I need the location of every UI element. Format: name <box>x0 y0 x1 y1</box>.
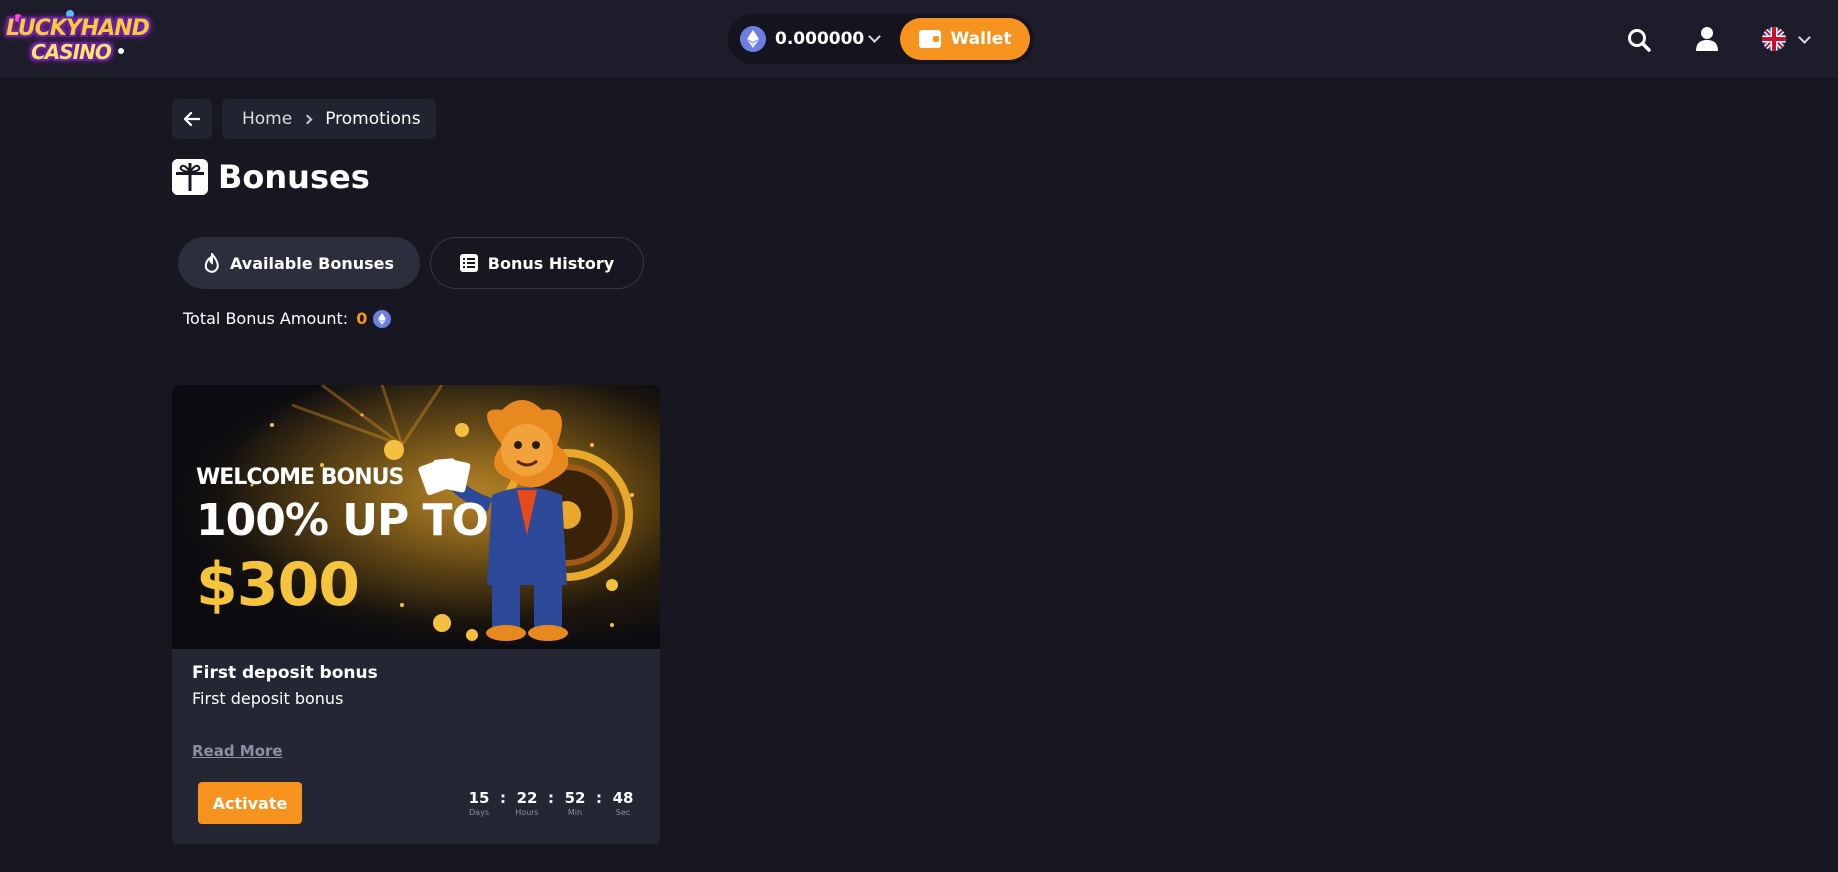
chevron-down-icon[interactable] <box>1798 31 1811 44</box>
flame-icon <box>204 253 219 273</box>
countdown-separator: : <box>596 789 602 807</box>
bonus-title: First deposit bonus <box>192 663 378 683</box>
countdown-label: Hours <box>515 808 539 817</box>
balance-value: 0.000000 <box>775 29 865 49</box>
total-bonus-value: 0 <box>356 309 368 328</box>
back-button[interactable] <box>172 99 212 139</box>
ethereum-icon <box>740 26 766 52</box>
banner-offer: 100% UP TO <box>196 495 489 546</box>
logo-text-line1: LUCKYHAND <box>6 16 150 41</box>
activate-button[interactable]: Activate <box>198 782 302 824</box>
wallet-button-label: Wallet <box>950 29 1012 49</box>
total-bonus-amount: Total Bonus Amount: 0 <box>183 309 392 328</box>
page-title-row: Bonuses <box>172 157 370 197</box>
bonus-card: WELCOME BONUS 100% UP TO $300 First depo… <box>172 385 660 844</box>
countdown-separator: : <box>548 789 554 807</box>
search-icon[interactable] <box>1627 28 1651 52</box>
bonus-description: First deposit bonus <box>192 689 344 708</box>
tab-bonus-history[interactable]: Bonus History <box>430 237 644 289</box>
chevron-right-icon <box>302 114 313 124</box>
logo-text-line2: CASINO <box>31 40 112 64</box>
total-bonus-label: Total Bonus Amount: <box>183 309 349 328</box>
casino-logo[interactable]: LUCKYHAND CASINO <box>6 10 150 68</box>
banner-amount: $300 <box>196 550 360 620</box>
page-title: Bonuses <box>218 158 370 196</box>
countdown-label: Days <box>469 808 489 817</box>
countdown-label: Min <box>567 808 583 817</box>
countdown-label: Sec <box>615 808 631 817</box>
list-icon <box>459 254 478 272</box>
countdown-days: 15 Days <box>464 789 494 819</box>
bonus-countdown: 15 Days : 22 Hours : 52 Min : 48 Sec <box>464 789 638 819</box>
wallet-icon <box>918 30 941 48</box>
countdown-seconds: 48 Sec <box>608 789 638 819</box>
countdown-hours: 22 Hours <box>512 789 542 819</box>
read-more-link[interactable]: Read More <box>192 742 283 760</box>
countdown-value: 15 <box>468 789 490 807</box>
countdown-value: 48 <box>612 789 634 807</box>
breadcrumb-current[interactable]: Promotions <box>325 109 420 129</box>
gift-icon <box>172 159 208 195</box>
banner-headline: WELCOME BONUS <box>196 465 404 490</box>
breadcrumb: Home Promotions <box>222 99 436 139</box>
breadcrumb-home-link[interactable]: Home <box>242 109 292 129</box>
bonus-banner-image: WELCOME BONUS 100% UP TO $300 <box>172 385 660 649</box>
countdown-value: 22 <box>516 789 538 807</box>
chevron-down-icon[interactable] <box>868 30 881 43</box>
wallet-button[interactable]: Wallet <box>900 18 1030 60</box>
tab-label: Available Bonuses <box>229 253 395 273</box>
arrow-left-icon <box>184 112 200 126</box>
uk-flag-icon[interactable] <box>1762 27 1786 51</box>
countdown-value: 52 <box>564 789 586 807</box>
user-icon[interactable] <box>1695 26 1719 52</box>
balance-selector[interactable]: 0.000000 Wallet <box>728 14 1034 64</box>
countdown-separator: : <box>500 789 506 807</box>
top-header: LUCKYHAND CASINO 0.000000 Wallet <box>0 0 1838 78</box>
countdown-minutes: 52 Min <box>560 789 590 819</box>
tab-label: Bonus History <box>487 253 615 273</box>
tab-available-bonuses[interactable]: Available Bonuses <box>178 237 420 289</box>
ethereum-icon <box>373 309 392 328</box>
